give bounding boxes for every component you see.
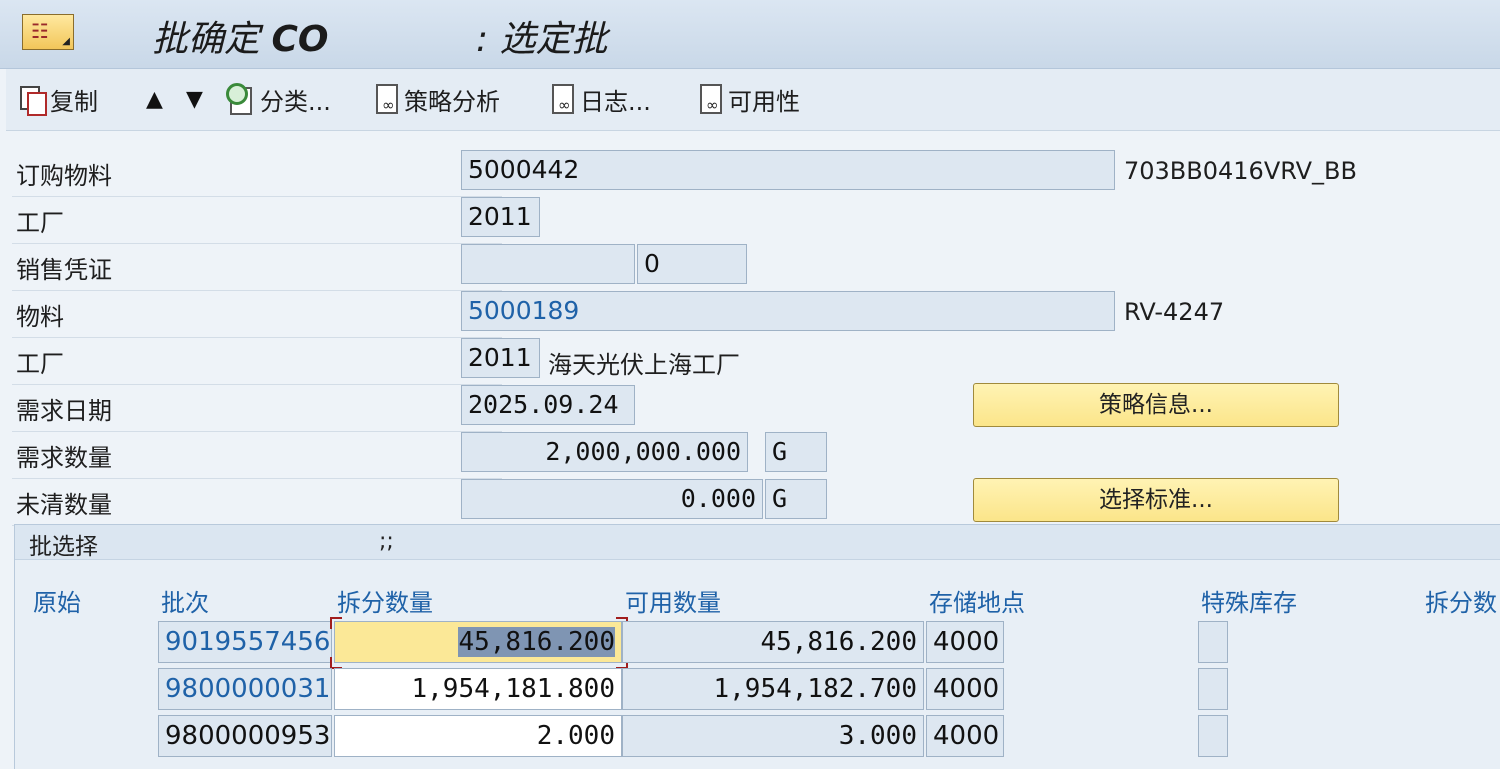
row-open-qty: 未清数量 (12, 479, 502, 526)
req-qty-unit-field[interactable]: G (765, 432, 827, 472)
special-stock-cell[interactable] (1198, 715, 1228, 757)
batch-link[interactable]: 9800000031 (158, 668, 332, 710)
order-material-label: 订购物料 (16, 162, 112, 190)
focus-corner (330, 617, 342, 629)
strategy-info-button[interactable]: 策略信息... (973, 383, 1339, 427)
batch-cell[interactable]: 9800000953 (158, 715, 332, 757)
plant-2-label: 工厂 (16, 350, 64, 378)
col-storage[interactable]: 存储地点 (929, 583, 1025, 618)
plant-2-field[interactable]: 2011 (461, 338, 540, 378)
batch-link[interactable]: 9019557456 (158, 621, 332, 663)
row-order-material: 订购物料 (12, 150, 502, 197)
document-glasses-icon: ∞ (374, 84, 400, 114)
row-plant-2: 工厂 (12, 338, 502, 385)
col-split-count[interactable]: 拆分数 (1425, 583, 1497, 618)
page-title: 批确定 CO (152, 10, 328, 62)
split-qty-input[interactable]: 45,816.200 (334, 621, 622, 663)
special-stock-cell[interactable] (1198, 621, 1228, 663)
special-stock-cell[interactable] (1198, 668, 1228, 710)
material-field[interactable]: 5000189 (461, 291, 1115, 331)
log-label: 日志... (580, 87, 651, 116)
avail-qty-cell: 1,954,182.700 (622, 668, 924, 710)
application-toolbar: 复制 ▲ ▼ 分类... ∞ 策略分析 ∞ 日志... ∞ 可用性 (6, 69, 1500, 131)
classify-search-icon (226, 83, 258, 115)
row-req-qty: 需求数量 (12, 432, 502, 479)
classify-label: 分类... (260, 87, 331, 116)
split-qty-input[interactable]: 1,954,181.800 (334, 668, 622, 710)
move-down-button[interactable]: ▼ (186, 83, 203, 115)
col-batch[interactable]: 批次 (161, 583, 209, 618)
storage-cell: 4000 (926, 621, 1004, 663)
triangle-up-icon: ▲ (146, 86, 163, 112)
avail-qty-cell: 45,816.200 (622, 621, 924, 663)
availability-button[interactable]: ∞ 可用性 (698, 83, 800, 116)
triangle-down-icon: ▼ (186, 86, 203, 112)
split-qty-input[interactable]: 2.000 (334, 715, 622, 757)
move-up-button[interactable]: ▲ (146, 83, 163, 115)
batch-selection-semicolons: ;; (379, 529, 394, 554)
open-qty-label: 未清数量 (16, 491, 112, 519)
batch-selection-section: 批选择 ;; 原始 批次 拆分数量 可用数量 存储地点 特殊库存 拆分数 901… (14, 524, 1500, 769)
sales-doc-item-field[interactable]: 0 (637, 244, 747, 284)
row-plant: 工厂 (12, 197, 502, 244)
col-avail-qty[interactable]: 可用数量 (625, 583, 721, 618)
req-date-field[interactable]: 2025.09.24 (461, 385, 635, 425)
material-label: 物料 (16, 303, 64, 331)
req-qty-field[interactable]: 2,000,000.000 (461, 432, 748, 472)
row-sales-doc: 销售凭证 (12, 244, 502, 291)
open-qty-field[interactable]: 0.000 (461, 479, 763, 519)
batch-selection-header: 批选择 ;; (15, 525, 1500, 560)
copy-icon (20, 86, 47, 116)
strategy-analysis-label: 策略分析 (404, 87, 500, 116)
row-material: 物料 (12, 291, 502, 338)
page-subtitle: : 选定批 (476, 19, 608, 60)
sales-doc-field[interactable] (461, 244, 635, 284)
title-main: 批确定 (152, 19, 272, 60)
col-original[interactable]: 原始 (33, 583, 81, 618)
row-req-date: 需求日期 (12, 385, 502, 432)
copy-label: 复制 (50, 87, 98, 116)
material-desc: RV-4247 (1124, 298, 1225, 326)
storage-cell: 4000 (926, 715, 1004, 757)
order-material-desc: 703BB0416VRV_BB (1124, 157, 1357, 185)
req-qty-label: 需求数量 (16, 444, 112, 472)
avail-qty-cell: 3.000 (622, 715, 924, 757)
strategy-analysis-button[interactable]: ∞ 策略分析 (374, 83, 500, 116)
title-bar: ☷ ◢ 批确定 CO : 选定批 (0, 0, 1500, 69)
storage-cell: 4000 (926, 668, 1004, 710)
col-split-qty[interactable]: 拆分数量 (337, 583, 433, 618)
split-qty-selected-text: 45,816.200 (458, 627, 615, 657)
document-glasses-icon: ∞ (698, 84, 724, 114)
classify-button[interactable]: 分类... (226, 83, 331, 116)
document-glasses-icon: ∞ (550, 84, 576, 114)
plant-label: 工厂 (16, 209, 64, 237)
system-menu-icon[interactable]: ☷ ◢ (22, 14, 74, 50)
order-material-field[interactable]: 5000442 (461, 150, 1115, 190)
plant-2-desc: 海天光伏上海工厂 (548, 351, 740, 379)
selection-criteria-button[interactable]: 选择标准... (973, 478, 1339, 522)
title-co: CO (271, 19, 329, 60)
plant-field[interactable]: 2011 (461, 197, 540, 237)
sales-doc-label: 销售凭证 (16, 256, 112, 284)
batch-selection-title: 批选择 (29, 534, 98, 560)
availability-label: 可用性 (728, 87, 800, 116)
req-date-label: 需求日期 (16, 397, 112, 425)
log-button[interactable]: ∞ 日志... (550, 83, 651, 116)
col-special-stock[interactable]: 特殊库存 (1201, 583, 1297, 618)
open-qty-unit-field[interactable]: G (765, 479, 827, 519)
copy-button[interactable]: 复制 (20, 83, 98, 116)
